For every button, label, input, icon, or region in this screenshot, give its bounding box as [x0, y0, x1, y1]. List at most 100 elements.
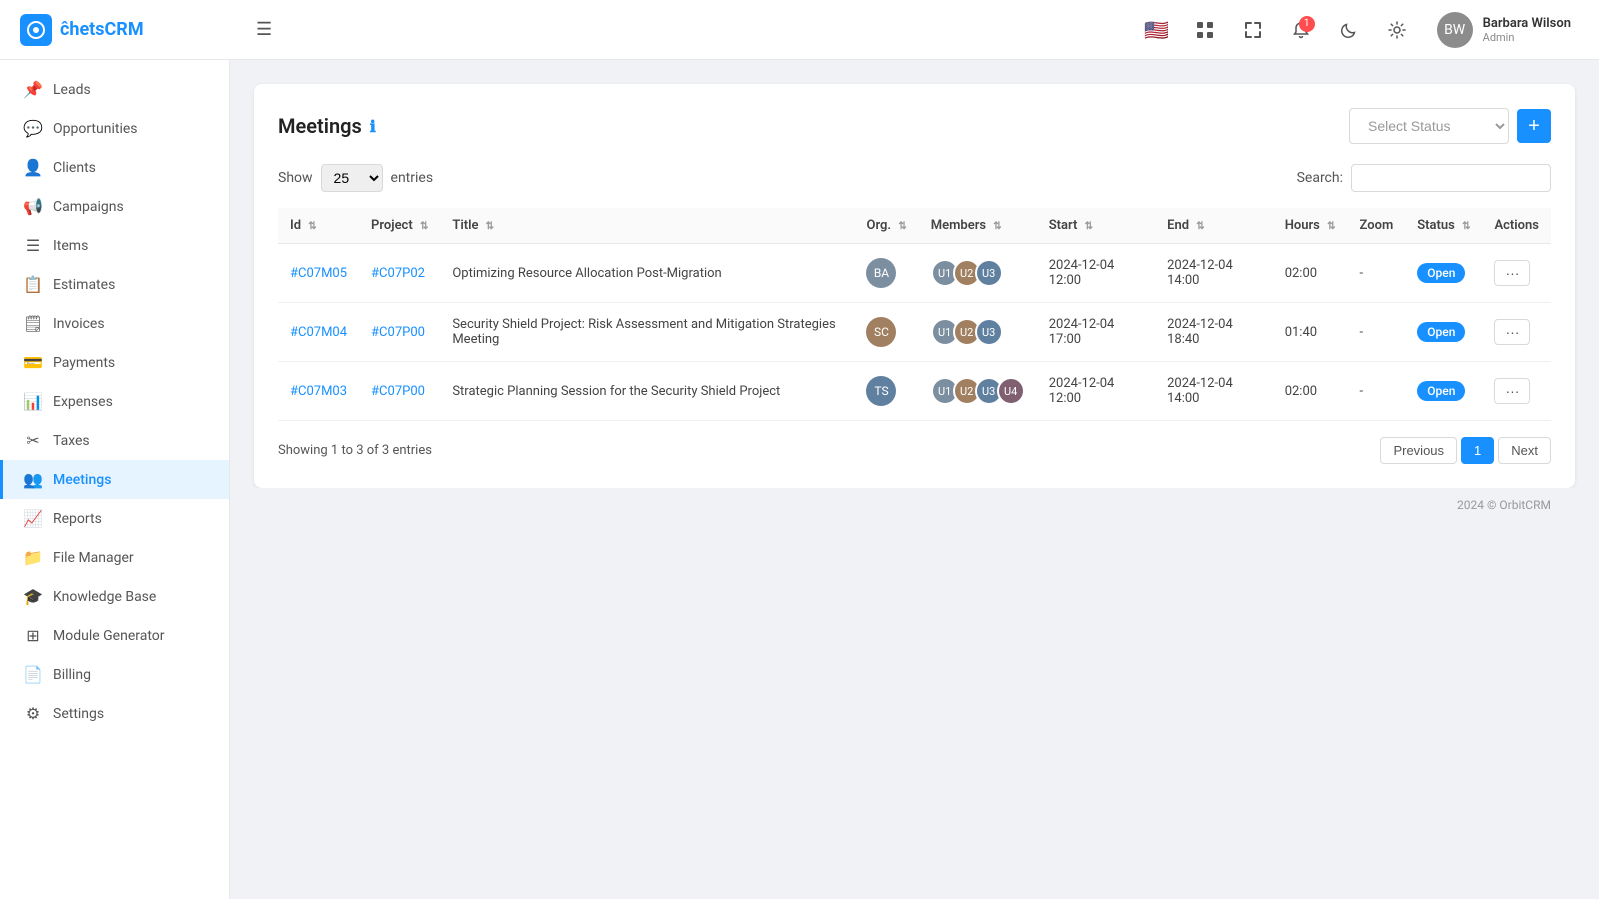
info-icon[interactable]: ℹ — [370, 117, 376, 136]
search-box: Search: — [1297, 164, 1551, 192]
member-avatars: U1U2U3 — [931, 259, 1025, 287]
settings-icon[interactable] — [1381, 14, 1413, 46]
sidebar-item-settings[interactable]: ⚙Settings — [0, 694, 229, 733]
estimates-icon: 📋 — [23, 275, 43, 294]
sidebar-item-payments[interactable]: 💳 Payments — [0, 343, 229, 382]
user-info: Barbara Wilson Admin — [1483, 16, 1571, 44]
sidebar-item-campaigns[interactable]: 📢Campaigns — [0, 187, 229, 226]
cell-title: Security Shield Project: Risk Assessment… — [440, 303, 854, 362]
cell-start: 2024-12-04 12:00 — [1037, 362, 1155, 421]
payments-icon: 💳 — [23, 353, 43, 372]
project-link[interactable]: #C07P00 — [371, 384, 425, 399]
table-row: #C07M03 #C07P00 Strategic Planning Sessi… — [278, 362, 1551, 421]
user-profile[interactable]: BW Barbara Wilson Admin — [1429, 8, 1579, 52]
status-select[interactable]: Select Status Open Closed — [1349, 108, 1509, 144]
settings-icon: ⚙ — [23, 704, 43, 723]
notification-badge: 1 — [1299, 16, 1315, 32]
cell-title: Strategic Planning Session for the Secur… — [440, 362, 854, 421]
action-menu-button[interactable]: ··· — [1494, 319, 1530, 345]
meeting-id-link[interactable]: #C07M04 — [290, 325, 347, 340]
fullscreen-icon[interactable] — [1237, 14, 1269, 46]
sidebar-item-clients[interactable]: 👤 Clients — [0, 148, 229, 187]
file-manager-icon: 📁 — [23, 548, 43, 567]
cell-project: #C07P00 — [359, 362, 440, 421]
search-label: Search: — [1297, 170, 1343, 186]
sidebar-label-payments: Payments — [53, 355, 115, 371]
sidebar-item-module-generator[interactable]: ⊞Module Generator — [0, 616, 229, 655]
th-members[interactable]: Members ⇅ — [919, 208, 1037, 244]
cell-start: 2024-12-04 12:00 — [1037, 244, 1155, 303]
sidebar-item-items[interactable]: ☰Items — [0, 226, 229, 265]
org-avatar: BA — [866, 258, 896, 288]
meeting-id-link[interactable]: #C07M03 — [290, 384, 347, 399]
language-flag[interactable]: 🇺🇸 — [1141, 14, 1173, 46]
cell-id: #C07M04 — [278, 303, 359, 362]
sidebar-item-file-manager[interactable]: 📁 File Manager — [0, 538, 229, 577]
page-header-right: Select Status Open Closed + — [1349, 108, 1551, 144]
th-org[interactable]: Org. ⇅ — [854, 208, 918, 244]
sidebar-item-estimates[interactable]: 📋 Estimates — [0, 265, 229, 304]
grid-icon[interactable] — [1189, 14, 1221, 46]
sidebar-item-invoices[interactable]: 🗒Invoices — [0, 304, 229, 343]
meeting-id-link[interactable]: #C07M05 — [290, 266, 347, 281]
cell-org: TS — [854, 362, 918, 421]
status-badge: Open — [1417, 322, 1465, 342]
cell-id: #C07M05 — [278, 244, 359, 303]
previous-button[interactable]: Previous — [1380, 437, 1457, 464]
page-1-button[interactable]: 1 — [1461, 437, 1494, 464]
sidebar-item-knowledge-base[interactable]: 🎓Knowledge Base — [0, 577, 229, 616]
sidebar-item-leads[interactable]: 📌Leads — [0, 70, 229, 109]
member-avatar: U3 — [975, 318, 1003, 346]
sidebar-label-meetings: Meetings — [53, 472, 111, 488]
clients-icon: 👤 — [23, 158, 43, 177]
project-link[interactable]: #C07P00 — [371, 325, 425, 340]
billing-icon: 📄 — [23, 665, 43, 684]
logo[interactable]: ĉhetsCRM — [20, 14, 240, 46]
th-start[interactable]: Start ⇅ — [1037, 208, 1155, 244]
project-link[interactable]: #C07P02 — [371, 266, 425, 281]
cell-members: U1U2U3 — [919, 244, 1037, 303]
th-id[interactable]: Id ⇅ — [278, 208, 359, 244]
sidebar-label-taxes: Taxes — [53, 433, 90, 449]
sidebar-item-expenses[interactable]: 📊Expenses — [0, 382, 229, 421]
sidebar-item-opportunities[interactable]: 💬Opportunities — [0, 109, 229, 148]
action-menu-button[interactable]: ··· — [1494, 378, 1530, 404]
page-card: Meetings ℹ Select Status Open Closed + S… — [254, 84, 1575, 488]
sidebar-label-campaigns: Campaigns — [53, 199, 124, 215]
entries-label: entries — [391, 170, 434, 186]
th-title[interactable]: Title ⇅ — [440, 208, 854, 244]
cell-members: U1U2U3 — [919, 303, 1037, 362]
sidebar-label-knowledge-base: Knowledge Base — [53, 589, 156, 605]
search-input[interactable] — [1351, 164, 1551, 192]
user-role: Admin — [1483, 31, 1571, 44]
action-menu-button[interactable]: ··· — [1494, 260, 1530, 286]
th-status[interactable]: Status ⇅ — [1405, 208, 1482, 244]
member-avatars: U1U2U3 — [931, 318, 1025, 346]
cell-project: #C07P02 — [359, 244, 440, 303]
th-project[interactable]: Project ⇅ — [359, 208, 440, 244]
cell-id: #C07M03 — [278, 362, 359, 421]
th-hours[interactable]: Hours ⇅ — [1273, 208, 1348, 244]
table-footer: Showing 1 to 3 of 3 entries Previous 1 N… — [278, 437, 1551, 464]
hamburger-button[interactable]: ☰ — [256, 19, 272, 40]
notification-icon[interactable]: 1 — [1285, 14, 1317, 46]
page-title: Meetings ℹ — [278, 114, 376, 138]
reports-icon: 📈 — [23, 509, 43, 528]
add-meeting-button[interactable]: + — [1517, 109, 1551, 143]
cell-end: 2024-12-04 18:40 — [1155, 303, 1273, 362]
sidebar-label-estimates: Estimates — [53, 277, 115, 293]
sidebar-item-meetings[interactable]: 👥Meetings — [0, 460, 229, 499]
cell-hours: 02:00 — [1273, 362, 1348, 421]
entries-select[interactable]: 25 10 50 100 — [321, 164, 383, 192]
sidebar-label-file-manager: File Manager — [53, 550, 134, 566]
sidebar-item-taxes[interactable]: ✂Taxes — [0, 421, 229, 460]
th-end[interactable]: End ⇅ — [1155, 208, 1273, 244]
cell-zoom: - — [1348, 362, 1406, 421]
sidebar-label-invoices: Invoices — [53, 316, 105, 332]
sidebar-item-billing[interactable]: 📄Billing — [0, 655, 229, 694]
next-button[interactable]: Next — [1498, 437, 1551, 464]
module-generator-icon: ⊞ — [23, 626, 43, 645]
sidebar-label-clients: Clients — [53, 160, 96, 176]
dark-mode-icon[interactable] — [1333, 14, 1365, 46]
sidebar-item-reports[interactable]: 📈Reports — [0, 499, 229, 538]
